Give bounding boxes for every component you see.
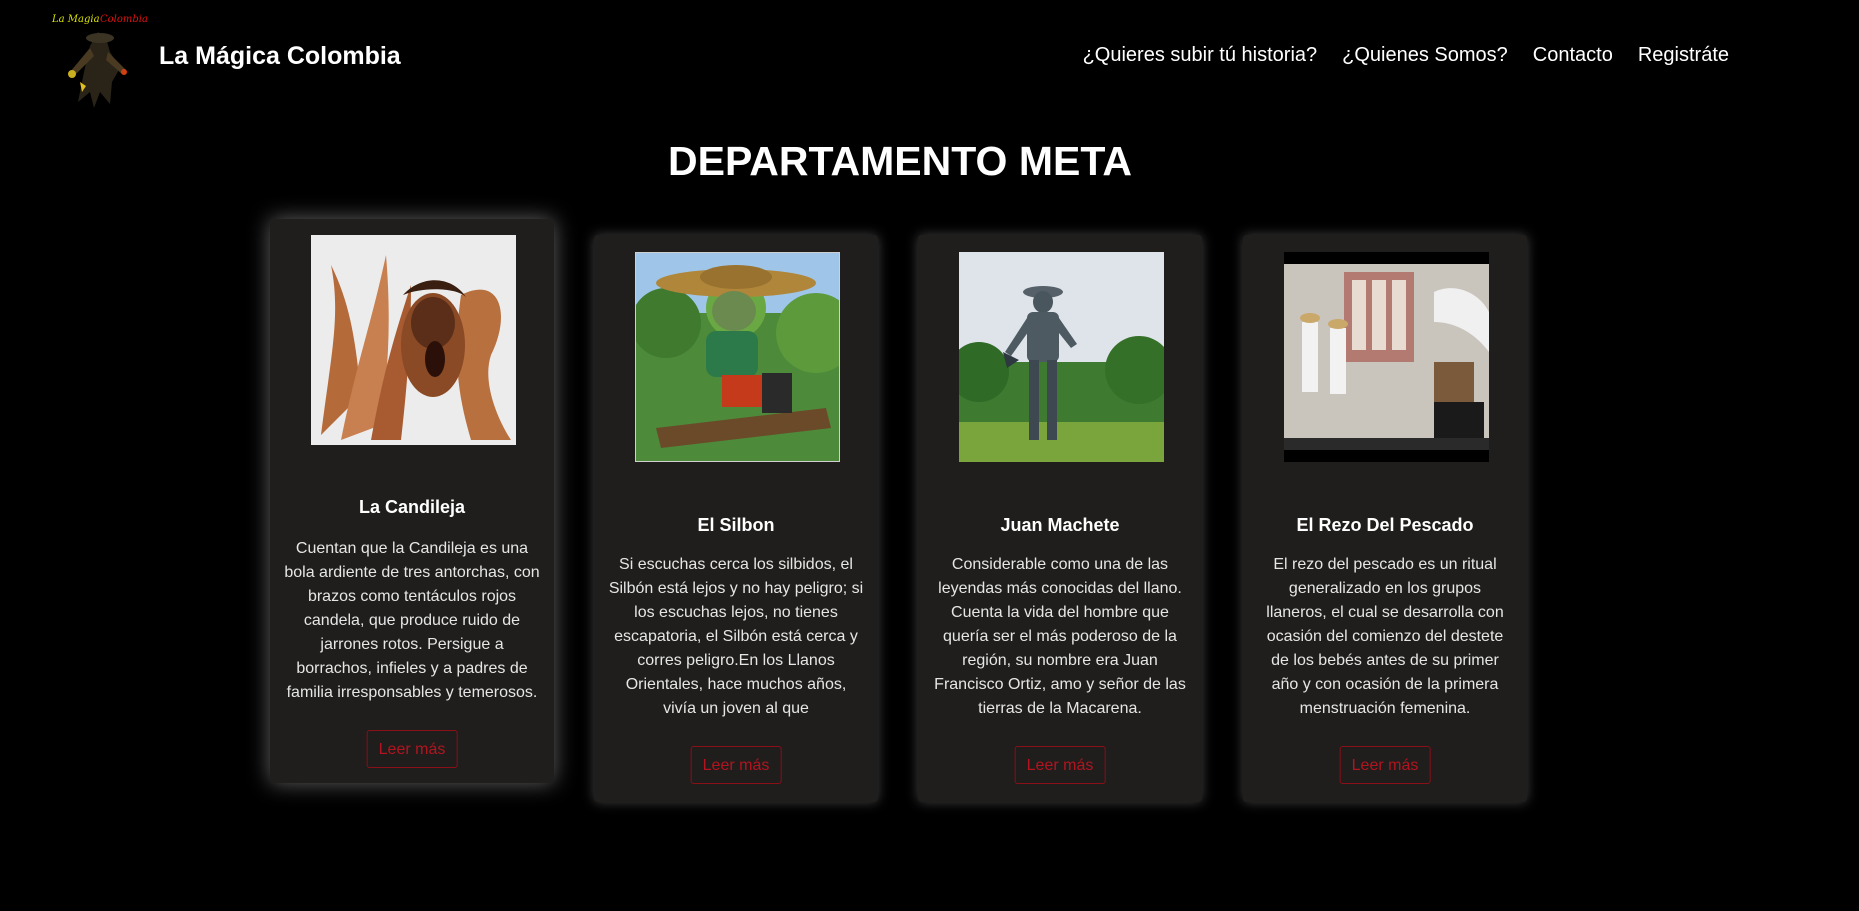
nav-link-about-us[interactable]: ¿Quienes Somos? [1342,44,1508,67]
legend-card: La Candileja Cuentan que la Candileja es… [270,219,554,783]
brand-name[interactable]: La Mágica Colombia [159,42,401,71]
read-more-button[interactable]: Leer más [1014,746,1106,784]
page-title: DEPARTAMENTO META [668,138,1132,184]
navbar: La Magia Colombia La Mágica Colombia ¿Qu… [0,0,1859,115]
read-more-button[interactable]: Leer más [1339,746,1431,784]
svg-text:La Magia: La Magia [51,14,100,25]
svg-text:Colombia: Colombia [100,14,148,25]
card-title: Juan Machete [1000,515,1120,535]
card-image [311,235,516,445]
card-title: La Candileja [358,497,466,517]
site-logo[interactable]: La Magia Colombia [50,12,150,108]
card-image [959,252,1164,462]
card-text: El rezo del pescado es un ritual general… [1266,556,1504,717]
legend-card: Juan Machete Considerable como una de la… [918,235,1202,802]
nav-link-contact[interactable]: Contacto [1533,44,1613,67]
card-text: Si escuchas cerca los silbidos, el Silbó… [608,556,864,717]
card-text: Considerable como una de las leyendas má… [934,556,1186,717]
nav-link-register[interactable]: Registráte [1638,44,1729,67]
card-title: El Silbon [697,515,775,535]
card-title: El Rezo Del Pescado [1296,515,1474,535]
read-more-button[interactable]: Leer más [366,730,458,768]
nav-links: ¿Quieres subir tú historia? ¿Quienes Som… [1083,44,1729,67]
card-image [635,252,840,462]
read-more-button[interactable]: Leer más [690,746,782,784]
legend-card: El Rezo Del Pescado El rezo del pescado … [1243,235,1527,802]
card-image [1284,252,1489,462]
card-text: Cuentan que la Candileja es una bola ard… [284,540,540,701]
legend-card: El Silbon Si escuchas cerca los silbidos… [594,235,878,802]
nav-link-upload-story[interactable]: ¿Quieres subir tú historia? [1083,44,1318,67]
